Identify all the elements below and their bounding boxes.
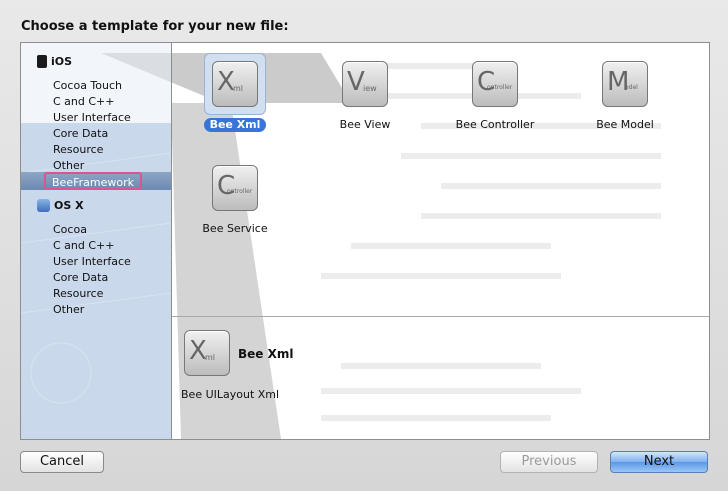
previous-button[interactable]: Previous [500,451,598,473]
group-header-osx[interactable]: OS X [37,199,84,212]
icon-glyph: V [347,67,365,97]
icon-subtext: ml [205,353,216,362]
model-template-icon: M odel [602,61,648,107]
template-label: Bee View [339,118,391,131]
group-header-ios[interactable]: iOS [37,55,72,68]
service-template-icon: C ontroller [212,165,258,211]
new-file-dialog: Choose a template for your new file: iOS… [0,0,728,491]
icon-glyph: M [607,67,630,97]
template-bee-xml[interactable]: X ml Bee Xml [180,53,290,132]
template-bee-view[interactable]: V iew Bee View [310,53,420,132]
sidebar-item-beeframework[interactable]: BeeFramework [44,172,142,190]
template-bee-model[interactable]: M odel Bee Model [570,53,680,132]
icon-glyph: X [189,336,207,366]
mac-finder-icon [37,199,50,212]
icon-subtext: ml [233,84,244,93]
template-label: Bee Service [202,222,268,235]
template-detail-pane: X ml Bee Xml Bee UILayout Xml [172,317,709,439]
icon-glyph: C [217,171,236,201]
icon-subtext: iew [363,84,377,93]
group-label-ios: iOS [51,55,73,68]
category-sidebar: iOS Cocoa Touch C and C++ User Interface… [21,43,172,439]
next-button[interactable]: Next [610,451,708,473]
template-label: Bee Controller [455,118,535,131]
sidebar-item-c-and-cpp-ios[interactable]: C and C++ [53,94,114,110]
sidebar-item-c-and-cpp-osx[interactable]: C and C++ [53,238,114,254]
detail-description: Bee UILayout Xml [181,388,280,401]
iphone-icon [37,55,47,68]
template-bee-controller[interactable]: C ontroller Bee Controller [440,53,550,132]
controller-template-icon: C ontroller [472,61,518,107]
sidebar-item-cocoa[interactable]: Cocoa [53,222,87,238]
template-grid: X ml Bee Xml V iew Bee View C ontroller … [172,43,709,316]
cancel-button[interactable]: Cancel [20,451,104,473]
sidebar-item-user-interface-osx[interactable]: User Interface [53,254,131,270]
sidebar-item-user-interface-ios[interactable]: User Interface [53,110,131,126]
sidebar-item-resource-osx[interactable]: Resource [53,286,103,302]
xml-template-icon: X ml [184,330,230,376]
icon-glyph: X [217,67,235,97]
xml-template-icon: X ml [212,61,258,107]
dialog-title: Choose a template for your new file: [21,19,289,34]
template-chooser-panel: iOS Cocoa Touch C and C++ User Interface… [20,42,710,440]
template-bee-service[interactable]: C ontroller Bee Service [180,157,290,236]
sidebar-item-resource-ios[interactable]: Resource [53,142,103,158]
group-label-osx: OS X [54,199,84,212]
template-label: Bee Xml [203,118,267,132]
sidebar-item-cocoa-touch[interactable]: Cocoa Touch [53,78,122,94]
sidebar-item-core-data-osx[interactable]: Core Data [53,270,108,286]
sidebar-item-core-data-ios[interactable]: Core Data [53,126,108,142]
icon-subtext: ontroller [227,188,253,195]
template-bee-xml-selection-box: X ml [204,53,266,115]
icon-glyph: C [477,67,496,97]
icon-subtext: ontroller [487,84,513,91]
icon-subtext: odel [625,84,638,91]
sidebar-item-other-osx[interactable]: Other [53,302,84,318]
view-template-icon: V iew [342,61,388,107]
template-label: Bee Model [596,118,654,131]
detail-title: Bee Xml [238,347,294,361]
